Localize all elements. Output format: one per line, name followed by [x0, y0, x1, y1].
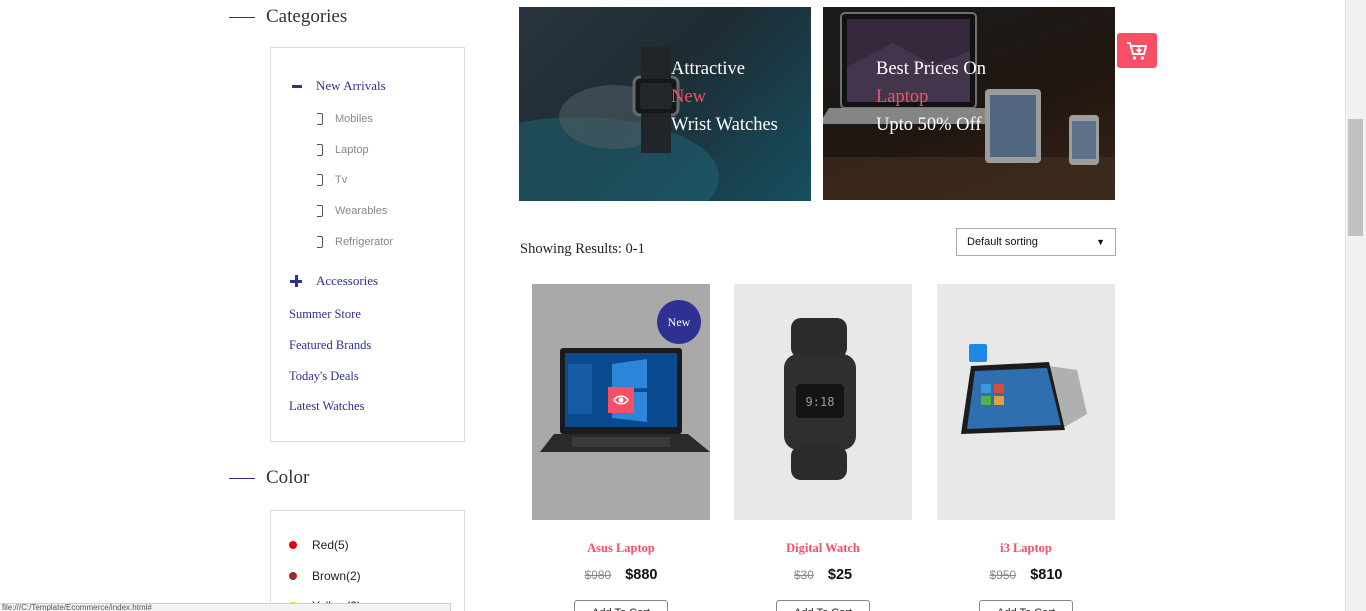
current-price: $25	[827, 567, 853, 583]
results-count: Showing Results: 0-1	[520, 241, 645, 257]
categories-title: Categories	[266, 6, 348, 27]
product-prices: $950 $810	[937, 567, 1115, 583]
category-new-arrivals[interactable]: New Arrivals	[292, 78, 386, 94]
categories-panel: New Arrivals Mobiles Laptop Tv Wearables…	[270, 47, 465, 442]
subcategory-label[interactable]: Wearables	[335, 205, 387, 217]
collapse-minus-icon[interactable]	[292, 84, 302, 88]
subcategory-wearables[interactable]: Wearables	[317, 205, 387, 217]
old-price: $950	[989, 568, 1017, 582]
expand-plus-icon[interactable]	[290, 275, 302, 287]
quick-view-button[interactable]	[608, 387, 634, 413]
subitem-bracket-icon	[317, 144, 323, 156]
heading-rule	[229, 16, 255, 18]
old-price: $980	[584, 568, 612, 582]
subcategory-tv[interactable]: Tv	[317, 174, 347, 186]
color-swatch-dot	[289, 572, 297, 580]
old-price: $30	[793, 568, 814, 582]
subcategory-label[interactable]: Laptop	[335, 144, 369, 156]
watch-product-image: 9:18	[784, 318, 856, 480]
watch-banner-text: Attractive New Wrist Watches	[671, 55, 778, 139]
browser-status-bar: file:///C:/Template/Ecommerce/index.html…	[0, 603, 451, 611]
subcategory-mobiles[interactable]: Mobiles	[317, 113, 373, 125]
product-image[interactable]: New	[532, 284, 710, 520]
promo-banner-laptops[interactable]: Best Prices On Laptop Upto 50% Off	[823, 7, 1115, 200]
color-panel: Red(5) Brown(2) Yellow(2)	[270, 510, 465, 611]
product-card-digital-watch[interactable]: 9:18 Digital Watch $30 $25 Add To Cart	[734, 284, 912, 611]
current-price: $880	[625, 567, 658, 583]
subcategory-label[interactable]: Mobiles	[335, 113, 373, 125]
subcategory-laptop[interactable]: Laptop	[317, 144, 369, 156]
new-badge: New	[657, 300, 701, 344]
color-option-red[interactable]: Red(5)	[289, 538, 349, 552]
promo-banner-watches[interactable]: Attractive New Wrist Watches	[519, 7, 811, 201]
dropdown-arrow-icon: ▼	[1096, 237, 1105, 247]
current-price: $810	[1030, 567, 1063, 583]
category-new-arrivals-label[interactable]: New Arrivals	[316, 78, 386, 94]
vertical-scrollbar[interactable]	[1345, 0, 1366, 611]
convertible-laptop-product-image	[961, 344, 1087, 434]
banner-line: Upto 50% Off	[876, 115, 982, 135]
color-option-brown[interactable]: Brown(2)	[289, 569, 361, 583]
link-summer-store[interactable]: Summer Store	[289, 307, 361, 322]
banner-line: Attractive	[671, 59, 745, 79]
product-name[interactable]: Digital Watch	[734, 541, 912, 556]
categories-heading: Categories	[229, 6, 347, 28]
subcategory-label[interactable]: Refrigerator	[335, 236, 393, 248]
eye-icon	[613, 395, 629, 405]
heading-rule	[229, 477, 255, 479]
link-todays-deals[interactable]: Today's Deals	[289, 369, 359, 384]
color-option-label[interactable]: Red(5)	[312, 538, 349, 552]
category-accessories[interactable]: Accessories	[290, 273, 378, 289]
svg-text:9:18: 9:18	[806, 395, 835, 409]
banner-highlight: New	[671, 87, 706, 107]
subitem-bracket-icon	[317, 236, 323, 248]
subitem-bracket-icon	[317, 174, 323, 186]
add-to-cart-button[interactable]: Add To Cart	[574, 600, 668, 611]
link-featured-brands[interactable]: Featured Brands	[289, 338, 371, 353]
subitem-bracket-icon	[317, 205, 323, 217]
product-prices: $980 $880	[532, 567, 710, 583]
product-card-i3-laptop[interactable]: i3 Laptop $950 $810 Add To Cart	[937, 284, 1115, 611]
product-name[interactable]: Asus Laptop	[532, 541, 710, 556]
banner-line: Wrist Watches	[671, 115, 778, 135]
color-swatch-dot	[289, 541, 297, 549]
product-card-asus-laptop[interactable]: New Asus Laptop $980 $880 Add To Cart	[532, 284, 710, 611]
subcategory-label[interactable]: Tv	[335, 174, 347, 186]
product-image[interactable]: 9:18	[734, 284, 912, 520]
laptop-banner-text: Best Prices On Laptop Upto 50% Off	[876, 55, 986, 139]
subcategory-refrigerator[interactable]: Refrigerator	[317, 236, 393, 248]
product-image[interactable]	[937, 284, 1115, 520]
floating-cart-button[interactable]	[1117, 33, 1157, 68]
scrollbar-thumb[interactable]	[1348, 119, 1363, 236]
product-name[interactable]: i3 Laptop	[937, 541, 1115, 556]
banner-line: Best Prices On	[876, 59, 986, 79]
color-option-label[interactable]: Brown(2)	[312, 569, 361, 583]
add-to-cart-button[interactable]: Add To Cart	[776, 600, 870, 611]
link-latest-watches[interactable]: Latest Watches	[289, 399, 364, 414]
color-title: Color	[266, 467, 310, 488]
product-prices: $30 $25	[734, 567, 912, 583]
subitem-bracket-icon	[317, 113, 323, 125]
add-to-cart-button[interactable]: Add To Cart	[979, 600, 1073, 611]
color-heading: Color	[229, 467, 309, 489]
category-accessories-label[interactable]: Accessories	[316, 273, 378, 289]
sort-dropdown[interactable]: Default sorting ▼	[956, 228, 1116, 256]
sort-selected-value: Default sorting	[967, 236, 1038, 248]
add-to-cart-icon	[1127, 41, 1147, 60]
banner-highlight: Laptop	[876, 87, 929, 107]
